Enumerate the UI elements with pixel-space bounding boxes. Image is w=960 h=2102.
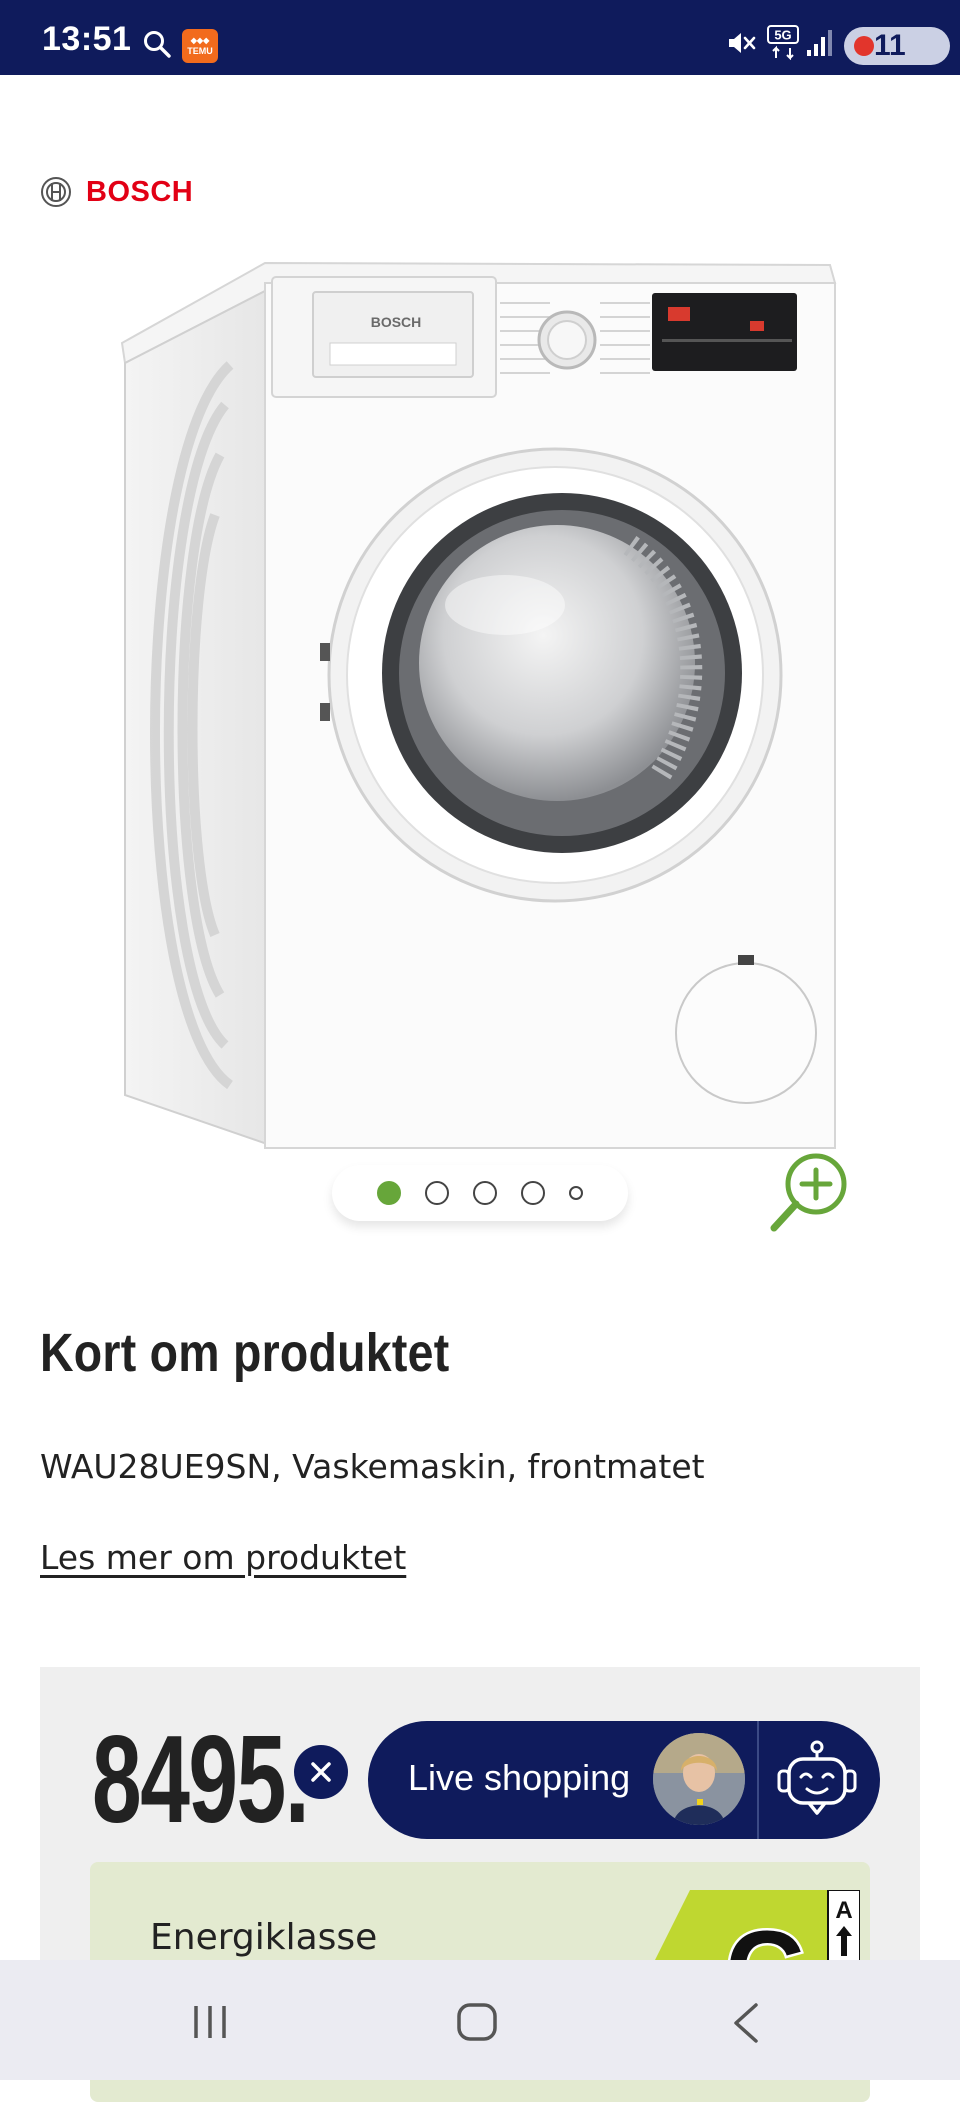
recents-icon[interactable] — [190, 2004, 230, 2040]
bosch-armature-icon — [41, 177, 71, 207]
carousel-dot-5[interactable] — [569, 1186, 583, 1200]
status-time: 13:51 — [42, 20, 132, 58]
search-icon — [144, 31, 171, 58]
status-bar: 13:51 ◆◆◆ TEMU 5G 11 — [0, 0, 960, 75]
5g-icon: 5G — [767, 25, 799, 60]
mute-icon — [729, 33, 756, 53]
back-icon[interactable] — [730, 2002, 762, 2044]
host-portrait — [653, 1733, 745, 1825]
brand-logo: BOSCH — [40, 175, 193, 209]
close-live-shopping-button[interactable] — [294, 1745, 348, 1799]
live-shopping-label[interactable]: Live shopping — [408, 1757, 630, 1799]
battery-level: 11 — [874, 29, 906, 62]
energy-class-label: Energiklasse — [150, 1917, 378, 1958]
home-icon[interactable] — [456, 2002, 498, 2042]
network-label: 5G — [774, 28, 791, 43]
carousel-dot-3[interactable] — [473, 1181, 497, 1205]
read-more-link[interactable]: Les mer om produktet — [40, 1538, 406, 1577]
product-description: WAU28UE9SN, Vaskemaskin, frontmatet — [40, 1447, 705, 1486]
zoom-in-icon[interactable] — [766, 1148, 854, 1236]
price-value: 8495. — [92, 1711, 310, 1849]
energy-scale-top: A — [835, 1897, 852, 1924]
live-shopping-widget[interactable]: Live shopping — [368, 1721, 880, 1839]
live-host-avatar[interactable] — [653, 1733, 745, 1825]
system-navigation-bar — [0, 1960, 960, 2080]
chatbot-icon[interactable] — [773, 1737, 861, 1825]
product-summary-heading: Kort om produktet — [40, 1323, 450, 1383]
carousel-dot-1[interactable] — [377, 1181, 401, 1205]
battery-icon: 11 — [844, 27, 950, 65]
brand-name: BOSCH — [86, 175, 194, 208]
carousel-dot-4[interactable] — [521, 1181, 545, 1205]
temu-label: TEMU — [187, 46, 213, 56]
widget-divider — [757, 1721, 759, 1839]
svg-text:BOSCH: BOSCH — [371, 314, 422, 330]
image-carousel-indicator — [332, 1165, 628, 1221]
battery-saver-dot — [854, 36, 874, 56]
close-icon — [311, 1762, 331, 1782]
temu-app-icon: ◆◆◆ TEMU — [182, 29, 218, 63]
carousel-dot-2[interactable] — [425, 1181, 449, 1205]
product-image[interactable]: BOSCH — [110, 255, 850, 1155]
signal-icon — [807, 30, 832, 56]
